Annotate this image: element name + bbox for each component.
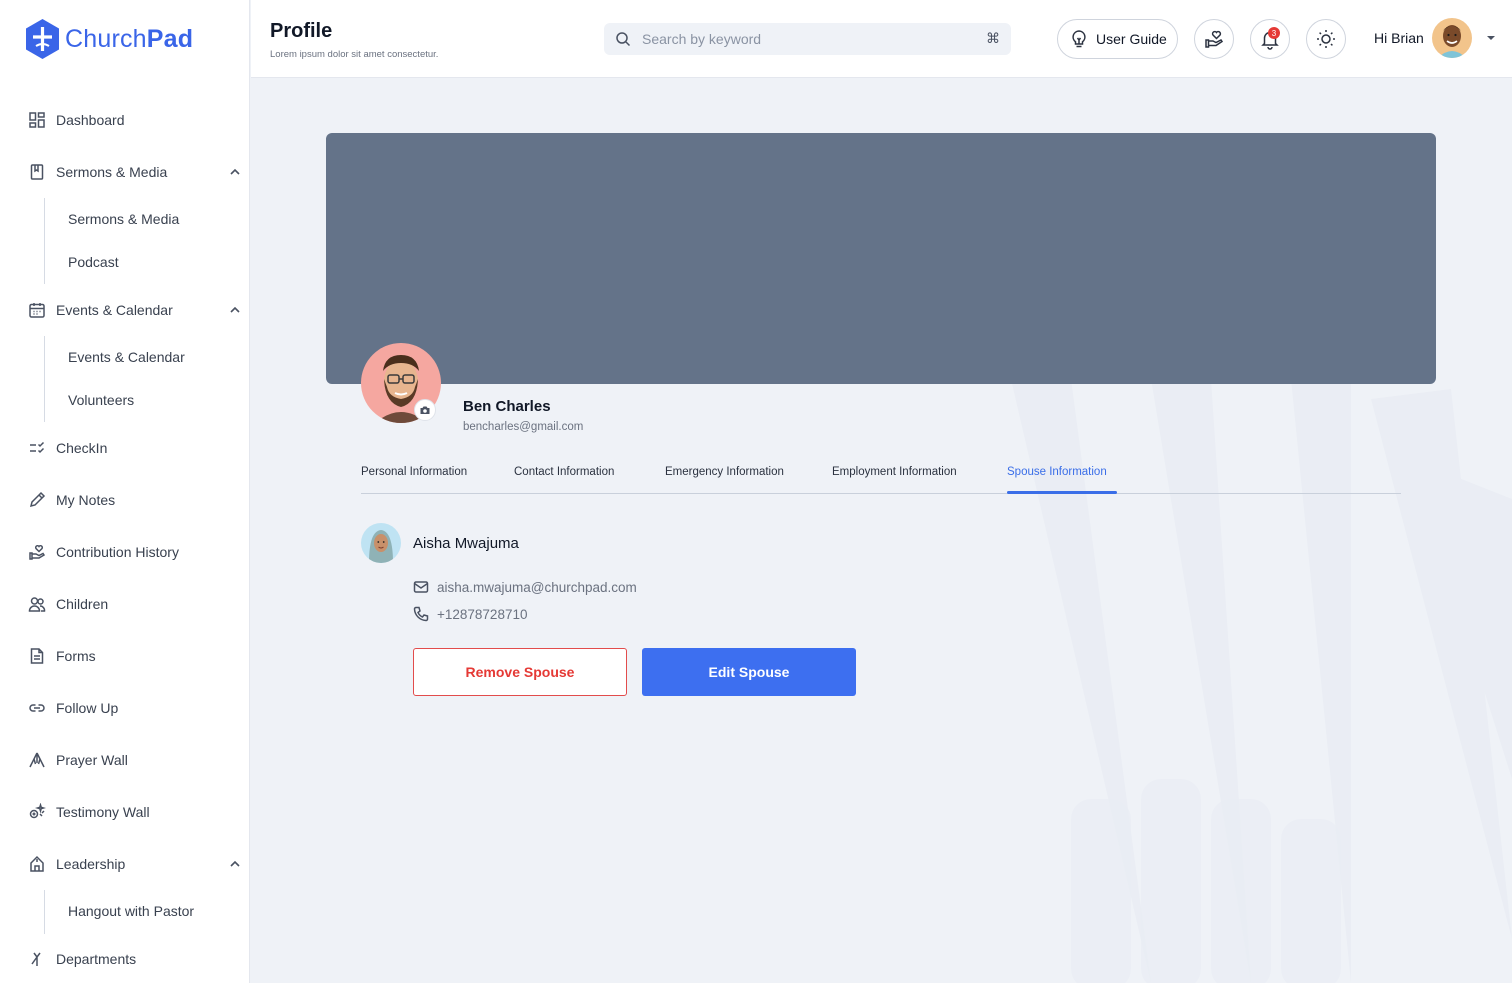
user-avatar [1431,18,1472,58]
search-bar[interactable]: ⌘ [604,23,1011,55]
pencil-icon [28,491,46,509]
caret-down-icon[interactable] [1486,33,1496,43]
hand-heart-icon [1205,30,1224,48]
sidebar-item-label: CheckIn [56,440,108,456]
search-input[interactable] [642,29,962,49]
tab-personal-information[interactable]: Personal Information [361,466,467,478]
spouse-email-row: aisha.mwajuma@churchpad.com [413,579,637,595]
command-key-icon: ⌘ [986,30,1000,46]
phone-icon [413,606,429,622]
submenu-line [44,198,45,284]
sidebar-item-leadership[interactable]: Leadership [28,855,125,873]
brand-logo[interactable]: ChurchPad [24,18,193,60]
chevron-up-icon[interactable] [228,857,242,871]
sidebar-item-label: Contribution History [56,544,179,560]
sidebar-item-departments[interactable]: Departments [28,950,136,968]
sidebar-item-label: Children [56,596,109,612]
theme-toggle-button[interactable] [1306,19,1346,59]
remove-spouse-button[interactable]: Remove Spouse [413,648,627,696]
sidebar-item-follow-up[interactable]: Follow Up [28,699,118,717]
spouse-phone: +12878728710 [437,606,528,622]
link-icon [28,699,46,717]
sidebar-item-contribution-history[interactable]: Contribution History [28,543,179,561]
user-guide-button[interactable]: User Guide [1057,19,1178,59]
sidebar-item-prayer-wall[interactable]: Prayer Wall [28,751,128,769]
page-subtitle: Lorem ipsum dolor sit amet consectetur. [270,49,439,60]
sidebar-item-label: My Notes [56,492,116,508]
tab-employment-information[interactable]: Employment Information [832,466,957,478]
lightbulb-icon [1072,30,1086,48]
profile-cover-banner [326,133,1436,384]
notification-count-badge: 3 [1268,27,1280,39]
spouse-name: Aisha Mwajuma [413,535,519,552]
sidebar-item-label: Follow Up [56,700,119,716]
dashboard-icon [28,111,46,129]
tab-emergency-information[interactable]: Emergency Information [665,466,784,478]
chevron-up-icon[interactable] [228,165,242,179]
user-greeting: Hi Brian [1374,30,1424,46]
camera-icon [420,406,430,414]
spouse-avatar [361,523,401,563]
users-icon [28,595,46,613]
sidebar-subitem-podcast[interactable]: Podcast [68,254,119,270]
sidebar-subitem-events-calendar[interactable]: Events & Calendar [68,349,185,365]
profile-email: bencharles@gmail.com [463,421,584,433]
sidebar-item-label: Prayer Wall [56,752,128,768]
sparkle-icon [28,803,46,821]
submenu-line [44,890,45,934]
chevron-up-icon[interactable] [228,303,242,317]
profile-name: Ben Charles [463,398,551,415]
profile-tabs: Personal Information Contact Information… [361,464,1401,494]
tab-contact-information[interactable]: Contact Information [514,466,614,478]
branch-icon [28,950,46,968]
sidebar-item-label: Dashboard [56,112,125,128]
active-tab-indicator [1007,491,1117,494]
org-chart-icon [28,855,46,873]
calendar-icon [28,301,46,319]
mail-icon [413,581,429,593]
search-icon [616,32,631,47]
spouse-phone-row: +12878728710 [413,606,527,622]
sidebar-item-checkin[interactable]: CheckIn [28,439,107,457]
document-icon [28,647,46,665]
churchpad-logo-icon [26,19,59,59]
hand-heart-icon [28,543,46,561]
sidebar-subitem-volunteers[interactable]: Volunteers [68,392,134,408]
sidebar-item-events-calendar[interactable]: Events & Calendar [28,301,173,319]
page-title: Profile [270,20,333,42]
sidebar-item-sermons-media[interactable]: Sermons & Media [28,163,167,181]
praying-hands-icon [28,751,46,769]
sidebar-item-dashboard[interactable]: Dashboard [28,111,125,129]
sidebar-subitem-sermons-media[interactable]: Sermons & Media [68,211,179,227]
giving-button[interactable] [1194,19,1234,59]
top-header: Profile Lorem ipsum dolor sit amet conse… [251,0,1512,78]
sidebar: ChurchPad Dashboard Sermons & Media Serm… [0,0,250,983]
sidebar-item-label: Events & Calendar [56,302,173,318]
submenu-line [44,336,45,422]
sidebar-item-label: Sermons & Media [56,164,168,180]
brand-name: ChurchPad [65,24,194,53]
sun-icon [1317,30,1335,48]
checklist-icon [28,439,46,457]
notifications-button[interactable]: 3 [1250,19,1290,59]
sidebar-item-label: Leadership [56,856,126,872]
tab-spouse-information[interactable]: Spouse Information [1007,466,1107,478]
user-guide-label: User Guide [1096,31,1167,47]
sidebar-item-testimony-wall[interactable]: Testimony Wall [28,803,150,821]
sidebar-item-label: Testimony Wall [56,804,150,820]
edit-spouse-button[interactable]: Edit Spouse [642,648,856,696]
book-icon [28,163,46,181]
sidebar-item-children[interactable]: Children [28,595,108,613]
spouse-email: aisha.mwajuma@churchpad.com [437,579,637,595]
sidebar-subitem-hangout-with-pastor[interactable]: Hangout with Pastor [68,903,194,919]
sidebar-item-forms[interactable]: Forms [28,647,96,665]
main-content: Ben Charles bencharles@gmail.com Persona… [251,79,1512,983]
sidebar-item-label: Forms [56,648,96,664]
sidebar-item-my-notes[interactable]: My Notes [28,491,115,509]
sidebar-item-label: Departments [56,951,137,967]
user-menu[interactable]: Hi Brian [1374,18,1496,58]
change-photo-button[interactable] [414,399,436,421]
